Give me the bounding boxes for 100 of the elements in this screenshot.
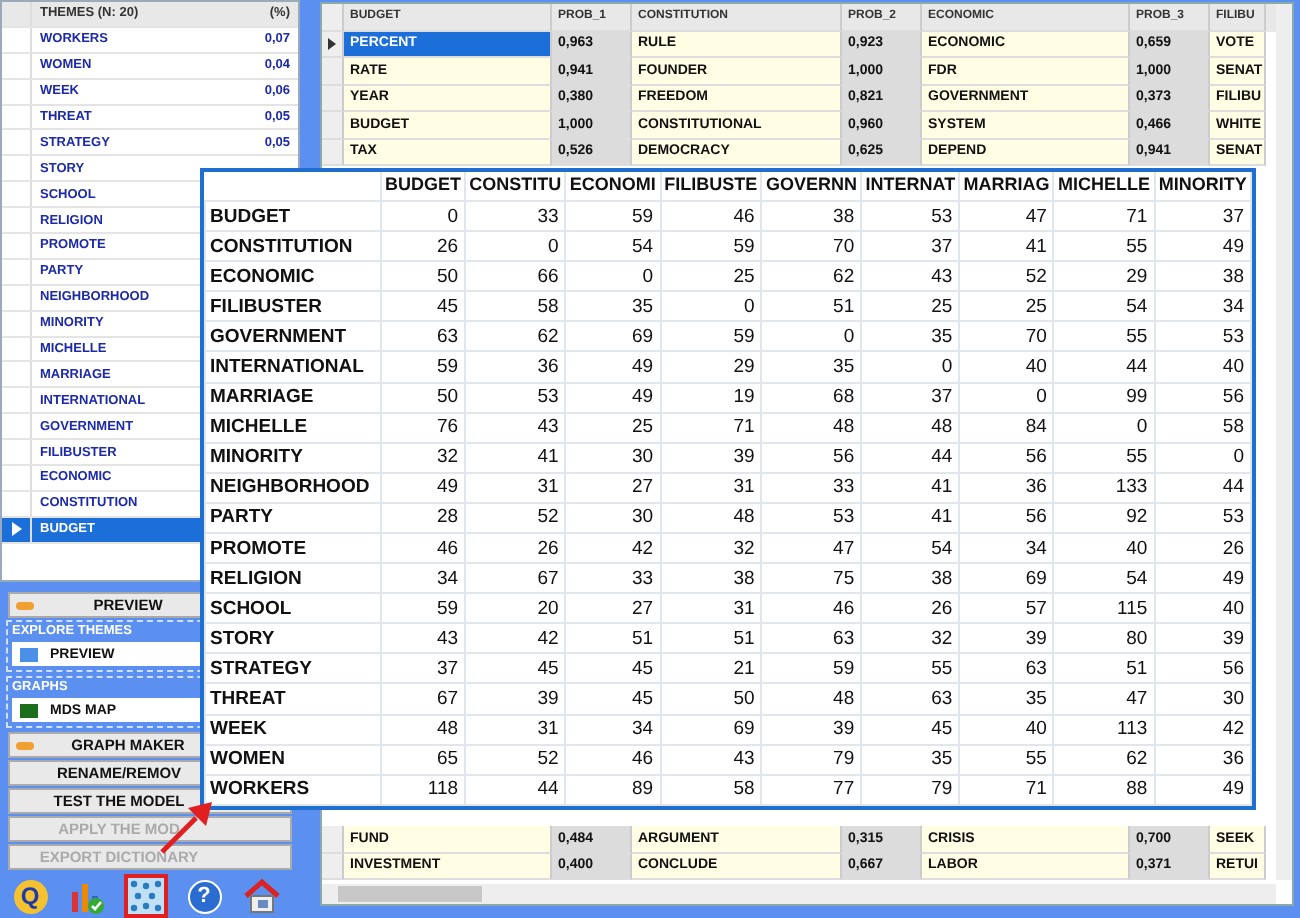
table-cell: 51	[565, 623, 661, 654]
table-cell: 39	[959, 623, 1054, 654]
table-cell: 25	[861, 291, 960, 322]
table-cell: 29	[660, 351, 762, 383]
row-header: MICHELLE	[205, 412, 381, 443]
table-cell: 36	[1154, 744, 1251, 775]
toggle-icon	[16, 601, 34, 609]
table-cell: 44	[1053, 351, 1155, 383]
table-cell: 53	[761, 502, 862, 533]
table-cell: 0	[380, 200, 466, 232]
table-cell: 63	[959, 653, 1054, 684]
table-cell: 68	[761, 382, 862, 413]
table-cell: 63	[861, 683, 960, 715]
row-header: CONSTITUTION	[205, 231, 381, 262]
table-cell: 39	[465, 683, 566, 715]
table-cell: 54	[565, 231, 661, 262]
table-cell: 27	[565, 472, 661, 503]
table-cell: 37	[1154, 200, 1251, 232]
table-cell: 92	[1053, 502, 1155, 533]
table-cell: 59	[761, 653, 862, 684]
column-header: INTERNAT	[861, 172, 960, 201]
table-cell: 45	[565, 683, 661, 715]
table-cell: 52	[959, 261, 1054, 292]
table-cell: 31	[465, 714, 566, 745]
table-cell: 0	[465, 231, 566, 262]
table-cell: 31	[465, 472, 566, 503]
table-cell: 20	[465, 593, 566, 624]
table-cell: 59	[380, 351, 466, 383]
table-cell: 50	[380, 382, 466, 413]
table-cell: 25	[660, 261, 762, 292]
row-header: INTERNATIONAL	[205, 351, 381, 383]
table-cell: 53	[465, 382, 566, 413]
table-cell: 53	[1154, 502, 1251, 533]
table-cell: 43	[861, 261, 960, 292]
table-cell: 55	[1053, 442, 1155, 473]
square-icon	[20, 647, 38, 661]
table-cell: 71	[1053, 200, 1155, 232]
table-cell: 0	[1154, 442, 1251, 473]
row-header: RELIGION	[205, 563, 381, 594]
horizontal-scrollbar[interactable]	[322, 884, 1276, 904]
table-cell: 33	[565, 563, 661, 594]
table-cell: 53	[1154, 321, 1251, 352]
vertical-scrollbar[interactable]	[1276, 4, 1292, 880]
row-header: FILIBUSTER	[205, 291, 381, 322]
table-cell: 55	[959, 744, 1054, 775]
toolbar-button[interactable]	[240, 874, 284, 918]
table-cell: 89	[565, 774, 661, 805]
table-cell: 39	[761, 714, 862, 745]
table-cell: 0	[565, 261, 661, 292]
table-cell: 56	[959, 442, 1054, 473]
table-cell: 69	[660, 714, 762, 745]
table-cell: 47	[959, 200, 1054, 232]
table-cell: 45	[380, 291, 466, 322]
table-cell: 0	[959, 382, 1054, 413]
table-cell: 42	[565, 533, 661, 564]
table-cell: 58	[465, 291, 566, 322]
table-cell: 56	[1154, 382, 1251, 413]
table-cell: 0	[761, 321, 862, 352]
table-cell: 37	[380, 653, 466, 684]
toolbar-button[interactable]	[124, 874, 168, 918]
table-cell: 57	[959, 593, 1054, 624]
row-header: STORY	[205, 623, 381, 654]
table-cell: 30	[565, 442, 661, 473]
table-cell: 70	[959, 321, 1054, 352]
table-cell: 79	[761, 744, 862, 775]
table-cell: 46	[761, 593, 862, 624]
column-header: MICHELLE	[1053, 172, 1155, 201]
table-cell: 40	[959, 351, 1054, 383]
table-cell: 56	[1154, 653, 1251, 684]
table-cell: 43	[660, 744, 762, 775]
row-header[interactable]	[322, 31, 344, 58]
column-header: GOVERNN	[761, 172, 862, 201]
table-cell: 62	[761, 261, 862, 292]
row-pointer-icon	[328, 37, 336, 50]
table-cell: 55	[1053, 231, 1155, 262]
row-header: PARTY	[205, 502, 381, 533]
table-cell: 36	[465, 351, 566, 383]
table-cell: 38	[1154, 261, 1251, 292]
table-cell: 70	[761, 231, 862, 262]
table-cell: 40	[1154, 351, 1251, 383]
row-header: WORKERS	[205, 774, 381, 805]
table-cell: 36	[959, 472, 1054, 503]
table-cell: 26	[1154, 533, 1251, 564]
table-cell: 88	[1053, 774, 1155, 805]
table-cell: 55	[861, 653, 960, 684]
table-cell: 51	[660, 623, 762, 654]
table-cell: 42	[465, 623, 566, 654]
column-header: BUDGET	[380, 172, 466, 201]
table-cell: 63	[761, 623, 862, 654]
row-header: STRATEGY	[205, 653, 381, 684]
map-icon	[20, 703, 38, 717]
table-cell: 38	[660, 563, 762, 594]
table-cell: 0	[861, 351, 960, 383]
table-cell: 54	[1053, 563, 1155, 594]
table-cell: 28	[380, 502, 466, 533]
table-cell: 48	[861, 412, 960, 443]
table-cell: 34	[380, 563, 466, 594]
table-cell: 67	[380, 683, 466, 715]
table-cell: 80	[1053, 623, 1155, 654]
table-cell: 32	[380, 442, 466, 473]
